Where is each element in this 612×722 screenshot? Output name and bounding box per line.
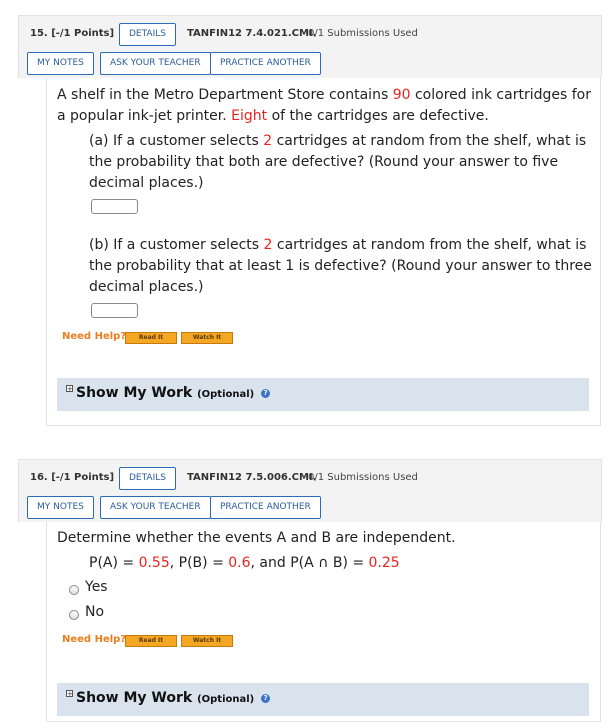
details-button[interactable]: DETAILS: [119, 467, 176, 490]
show-my-work-panel[interactable]: + Show My Work (Optional) ?: [57, 378, 589, 411]
question-code: TANFIN12 7.5.006.CMI.: [187, 472, 317, 483]
watch-it-button[interactable]: Watch It: [181, 635, 233, 647]
part-b-line-2: the probability that at least 1 is defec…: [89, 258, 592, 274]
question-16-header: 16. [-/1 Points] DETAILS TANFIN12 7.5.00…: [18, 459, 602, 522]
question-16-body: Determine whether the events A and B are…: [46, 522, 601, 722]
no-label[interactable]: No: [85, 604, 104, 620]
no-radio[interactable]: [69, 610, 79, 620]
watch-it-button[interactable]: Watch It: [181, 332, 233, 344]
need-help-label: Need Help?: [62, 331, 127, 342]
question-15-header: 15. [-/1 Points] DETAILS TANFIN12 7.4.02…: [18, 15, 602, 78]
my-notes-button[interactable]: MY NOTES: [27, 496, 94, 519]
problem-prompt: Determine whether the events A and B are…: [57, 530, 456, 546]
part-b-line-1: (b) If a customer selects 2 cartridges a…: [89, 237, 587, 253]
submissions-used: 0/1 Submissions Used: [308, 472, 418, 483]
my-notes-button[interactable]: MY NOTES: [27, 52, 94, 75]
details-button[interactable]: DETAILS: [119, 23, 176, 46]
yes-radio[interactable]: [69, 585, 79, 595]
part-a-line-2: the probability that both are defective?…: [89, 154, 559, 170]
ask-teacher-button[interactable]: ASK YOUR TEACHER: [100, 52, 211, 75]
expand-icon[interactable]: +: [66, 385, 73, 393]
question-code: TANFIN12 7.4.021.CMI.: [187, 28, 317, 39]
probability-values: P(A) = 0.55, P(B) = 0.6, and P(A ∩ B) = …: [89, 555, 400, 571]
practice-another-button[interactable]: PRACTICE ANOTHER: [210, 52, 321, 75]
show-my-work-label: Show My Work (Optional) ?: [76, 385, 271, 401]
part-a-line-1: (a) If a customer selects 2 cartridges a…: [89, 133, 587, 149]
question-number: 16. [-/1 Points]: [30, 472, 115, 483]
submissions-used: 0/1 Submissions Used: [308, 28, 418, 39]
answer-a-input[interactable]: [91, 199, 138, 214]
help-icon[interactable]: ?: [261, 388, 271, 398]
problem-text-line-1: A shelf in the Metro Department Store co…: [57, 87, 591, 103]
part-b-line-3: decimal places.): [89, 279, 204, 295]
yes-label[interactable]: Yes: [85, 579, 108, 595]
read-it-button[interactable]: Read It: [125, 635, 177, 647]
help-icon[interactable]: ?: [261, 693, 271, 703]
answer-b-input[interactable]: [91, 303, 138, 318]
question-number: 15. [-/1 Points]: [30, 28, 115, 39]
problem-text-line-2: a popular ink-jet printer. Eight of the …: [57, 108, 489, 124]
ask-teacher-button[interactable]: ASK YOUR TEACHER: [100, 496, 211, 519]
part-a-line-3: decimal places.): [89, 175, 204, 191]
expand-icon[interactable]: +: [66, 690, 73, 698]
read-it-button[interactable]: Read It: [125, 332, 177, 344]
need-help-label: Need Help?: [62, 634, 127, 645]
practice-another-button[interactable]: PRACTICE ANOTHER: [210, 496, 321, 519]
question-15-body: A shelf in the Metro Department Store co…: [46, 78, 601, 426]
show-my-work-label: Show My Work (Optional) ?: [76, 690, 271, 706]
